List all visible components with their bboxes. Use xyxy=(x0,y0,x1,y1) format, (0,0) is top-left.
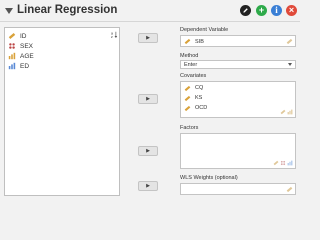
variable-label: AGE xyxy=(20,52,34,60)
covariate-label: OCD xyxy=(195,105,208,111)
pencil-icon xyxy=(243,8,248,13)
covariate-item[interactable]: OCD xyxy=(184,104,207,112)
variable-item[interactable]: AGE xyxy=(8,51,34,61)
variable-list[interactable]: ID SEX AGE ED a z xyxy=(4,27,120,196)
variable-item[interactable]: SEX xyxy=(8,41,33,51)
nominal-text-badge-icon xyxy=(273,160,279,166)
covariates-box[interactable]: CQ KS OCD xyxy=(180,81,296,118)
method-select[interactable]: Enter xyxy=(180,60,296,69)
dependent-item[interactable]: SIB xyxy=(184,38,204,46)
ruler-icon xyxy=(184,105,191,111)
right-arrow-icon: ▶ xyxy=(146,183,150,189)
add-button[interactable]: + xyxy=(256,5,267,16)
header-divider xyxy=(0,21,300,22)
ruler-badge-icon xyxy=(286,186,293,193)
wls-box[interactable] xyxy=(180,183,296,195)
dependent-box[interactable]: SIB xyxy=(180,35,296,47)
close-button[interactable]: × xyxy=(286,5,297,16)
method-value: Enter xyxy=(184,62,198,68)
covariate-label: KS xyxy=(195,95,203,101)
ruler-badge-icon xyxy=(280,109,286,115)
method-label: Method xyxy=(180,53,199,59)
sort-icon[interactable]: a z xyxy=(111,31,118,38)
covariates-label: Covariates xyxy=(180,73,207,79)
panel-title: Linear Regression xyxy=(17,4,118,16)
covariate-label: CQ xyxy=(195,85,204,91)
move-dependent-button[interactable]: ▶ xyxy=(138,33,158,43)
ruler-icon xyxy=(184,85,191,91)
variable-item[interactable]: ED xyxy=(8,61,29,71)
variable-label: ID xyxy=(20,32,27,40)
right-arrow-icon: ▶ xyxy=(146,35,150,41)
panel-header: Linear Regression + i × xyxy=(0,0,300,22)
nominal-icon xyxy=(9,43,15,49)
wls-label: WLS Weights (optional) xyxy=(180,175,238,181)
right-arrow-icon: ▶ xyxy=(146,148,150,154)
info-button[interactable]: i xyxy=(271,5,282,16)
dependent-value: SIB xyxy=(195,38,204,45)
ordinal-icon xyxy=(8,62,16,70)
info-icon: i xyxy=(275,5,278,15)
variable-label: SEX xyxy=(20,42,34,50)
ruler-badge-icon xyxy=(286,38,293,45)
ruler-icon xyxy=(184,95,191,101)
variable-item[interactable]: ID xyxy=(8,31,27,41)
scale-icon xyxy=(8,52,16,60)
covariate-item[interactable]: CQ xyxy=(184,84,203,92)
factors-label: Factors xyxy=(180,125,199,131)
dependent-label: Dependent Variable xyxy=(180,27,229,33)
chevron-down-icon xyxy=(288,63,292,66)
close-icon: × xyxy=(288,5,295,15)
svg-text:z: z xyxy=(111,35,113,38)
nominal-text-icon xyxy=(8,33,16,39)
plus-icon: + xyxy=(258,5,265,15)
covariate-item[interactable]: KS xyxy=(184,94,202,102)
collapse-arrow-icon[interactable] xyxy=(5,8,13,14)
nominal-badge-icon xyxy=(280,160,286,166)
move-wls-button[interactable]: ▶ xyxy=(138,181,158,191)
right-arrow-icon: ▶ xyxy=(146,96,150,102)
ruler-icon xyxy=(184,38,191,45)
factors-box[interactable] xyxy=(180,133,296,169)
ordinal-badge-icon xyxy=(287,160,293,166)
move-factors-button[interactable]: ▶ xyxy=(138,146,158,156)
move-covariates-button[interactable]: ▶ xyxy=(138,94,158,104)
scale-badge-icon xyxy=(287,109,293,115)
variable-label: ED xyxy=(20,62,30,70)
edit-button[interactable] xyxy=(240,5,251,16)
